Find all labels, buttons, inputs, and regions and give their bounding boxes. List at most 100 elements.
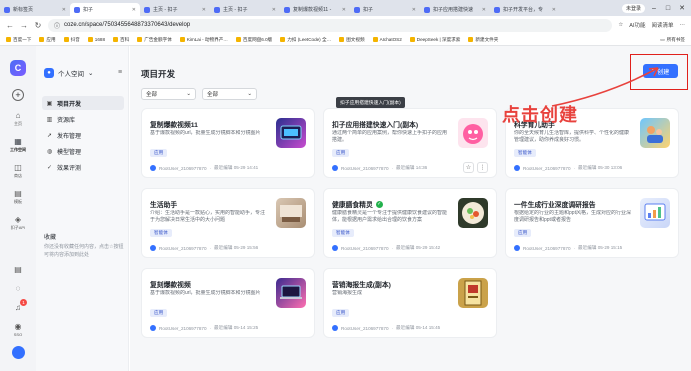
login-status[interactable]: 未登录	[621, 3, 645, 13]
coze-logo[interactable]: C	[10, 60, 26, 76]
rail-item-template[interactable]: ▤ 模板	[13, 188, 23, 205]
card-footer: RootUser_2106977870 · 最近编辑 05-30 13:06	[514, 165, 622, 171]
browser-tab[interactable]: 扣子 ✕	[350, 3, 420, 16]
rail-item-workspace[interactable]: ▦ 工作空间	[10, 136, 26, 153]
docs-button[interactable]: ▤	[13, 264, 23, 274]
close-window-icon[interactable]: ✕	[677, 4, 687, 12]
project-card[interactable]: 营销海报生成(副本) 营销海报生成 应用 RootUser_2106977870…	[323, 268, 497, 338]
all-bookmarks[interactable]: ▭ 所有书签	[660, 37, 685, 43]
space-nav-item-models[interactable]: ◍ 模型管理	[42, 144, 124, 158]
bookmark-item[interactable]: DeepSeek | 深度求索	[409, 37, 460, 43]
owner-avatar	[332, 165, 338, 171]
space-nav-item-evaluation[interactable]: ✓ 效果评测	[42, 160, 124, 174]
bookmark-item[interactable]: 百科	[113, 37, 129, 43]
space-nav-item-publish[interactable]: ➚ 发布管理	[42, 128, 124, 142]
user-avatar[interactable]	[11, 346, 25, 359]
space-nav-item-library[interactable]: ▥ 资源库	[42, 112, 124, 126]
bookmark-item[interactable]: 1688	[87, 37, 105, 42]
rail-item-home[interactable]: ⌂ 主页	[13, 110, 23, 127]
site-info-icon[interactable]: ⓘ	[54, 21, 60, 30]
browser-tab[interactable]: 主页 - 扣子 ✕	[140, 3, 210, 16]
tab-favicon	[494, 6, 500, 13]
tab-favicon	[354, 6, 360, 13]
app-rail: C + ⌂ 主页 ▦ 工作空间 ◫ 商店 ▤ 模板 ◈ 扣子API ▤ ◌ ♫ 1 ◉ SSO	[0, 46, 36, 371]
bookmarks-bar: 百度一下 应用 抖音 1688 百科 广告金额字体 KimLai - 动物界产……	[0, 34, 691, 46]
owner-avatar	[514, 245, 520, 251]
feedback-button[interactable]: ◌	[13, 283, 23, 293]
status-filter-select[interactable]: 全部 ⌄	[202, 88, 257, 100]
close-tab-icon[interactable]: ✕	[272, 7, 276, 13]
project-card[interactable]: 扣子应用搭建快速入门(副本) 通过两个简单的应用案例，帮你快速上手扣子的应用搭建…	[323, 108, 497, 178]
close-tab-icon[interactable]: ✕	[552, 7, 556, 13]
bookmark-item[interactable]: KimLai - 动物界产…	[179, 37, 228, 43]
close-tab-icon[interactable]: ✕	[412, 7, 416, 13]
bookmark-item[interactable]: AIchatOS2	[372, 37, 402, 42]
url-input[interactable]: ⓘ coze.cn/space/7503455648873370643/deve…	[48, 18, 613, 32]
card-description: 根据给定的行业的主题和ppt风格，生成对应的行业深度调研报告和ppt或者报告	[514, 210, 631, 223]
reload-icon[interactable]: ↻	[34, 21, 42, 30]
bookmark-item[interactable]: 百度网盘6.0版	[235, 37, 272, 43]
card-description: 基于爆款视频的url，批量生成分镜脚本和分镜图片	[150, 130, 261, 136]
room-illustration-icon	[280, 205, 302, 222]
browser-tab[interactable]: 扣子开发平台，专 ✕	[490, 3, 560, 16]
bookmark-item[interactable]: 百度一下	[6, 37, 31, 43]
back-icon[interactable]: ←	[6, 21, 14, 30]
sso-button[interactable]: ◉ SSO	[13, 321, 23, 338]
bookmark-item[interactable]: 应用	[39, 37, 56, 43]
type-filter-select[interactable]: 全部 ⌄	[141, 88, 196, 100]
bookmark-item[interactable]: 力扣 (LeetCode) 全…	[280, 37, 331, 43]
chevron-down-icon: ⌄	[247, 91, 252, 97]
close-tab-icon[interactable]: ✕	[132, 7, 136, 13]
maximize-icon[interactable]: □	[663, 5, 673, 12]
report-illustration-icon	[644, 203, 666, 221]
project-card[interactable]: 健康膳食精灵 ✓ 健康膳食精灵是一个专注于提供健康饮食建议的智能体，能根据用户需求…	[323, 188, 497, 258]
card-title: 复制爆款视频11	[150, 122, 198, 129]
star-icon[interactable]: ☆	[463, 162, 474, 173]
close-tab-icon[interactable]: ✕	[62, 7, 66, 13]
browser-tab[interactable]: 复制爆款视频11 - ✕	[280, 3, 350, 16]
forward-icon[interactable]: →	[20, 21, 28, 30]
ai-feature-button[interactable]: AI功能	[629, 21, 645, 29]
bookmark-icon	[87, 37, 93, 42]
minimize-icon[interactable]: –	[649, 5, 659, 12]
folder-icon	[468, 37, 474, 42]
bookmark-item[interactable]: 新建文件夹	[468, 37, 498, 43]
project-card[interactable]: 生活助手 介绍：生活助手是一款贴心，实用的智能助手，专注于为您解决日常生活中的大…	[141, 188, 315, 258]
more-icon[interactable]: ⋮	[477, 162, 488, 173]
browser-tab[interactable]: 新标签页 ✕	[0, 3, 70, 16]
bookmark-item[interactable]: 广告金额字体	[137, 37, 172, 43]
browser-tab-active[interactable]: 扣子 ✕	[70, 3, 140, 16]
card-actions: ☆ ⋮	[463, 162, 488, 173]
project-card[interactable]: 复制爆款视频11 基于爆款视频的url，批量生成分镜脚本和分镜图片 应用 Roo…	[141, 108, 315, 178]
rail-item-api[interactable]: ◈ 扣子API	[11, 214, 25, 231]
card-thumbnail	[458, 278, 488, 308]
browser-tab[interactable]: 主页 - 扣子 ✕	[210, 3, 280, 16]
space-nav-item-projects[interactable]: ▣ 项目开发	[42, 96, 124, 110]
tab-favicon	[424, 6, 430, 13]
owner-avatar	[514, 165, 520, 171]
card-thumbnail	[276, 118, 306, 148]
api-icon: ◈	[14, 214, 22, 224]
collapse-sidebar-icon[interactable]: ≡	[118, 69, 122, 76]
reading-list-button[interactable]: 阅读清单	[651, 21, 673, 29]
plus-icon[interactable]: +	[12, 89, 24, 101]
bookmark-icon	[63, 37, 69, 42]
project-card[interactable]: 一件生成行业深度调研报告 根据给定的行业的主题和ppt风格，生成对应的行业深度调…	[505, 188, 679, 258]
card-thumbnail	[276, 198, 306, 228]
space-switcher[interactable]: ● 个人空间 ⌄	[44, 68, 93, 78]
chevron-down-icon: ⌄	[88, 70, 94, 77]
close-tab-icon[interactable]: ✕	[202, 7, 206, 13]
star-icon[interactable]: ☆	[618, 22, 623, 28]
rail-item-store[interactable]: ◫ 商店	[13, 162, 23, 179]
favorites-empty-text: 你还没有收藏任何内容，点击☆按钮可将内容添加到此处	[44, 244, 124, 258]
bookmark-item[interactable]: 抖音	[63, 37, 80, 43]
browser-tab[interactable]: 扣子应用搭建快速 ✕	[420, 3, 490, 16]
publish-icon: ➚	[46, 132, 53, 139]
close-tab-icon[interactable]: ✕	[482, 7, 486, 13]
more-icon[interactable]: ⋯	[680, 22, 686, 28]
close-tab-icon[interactable]: ✕	[342, 7, 346, 13]
notification-button[interactable]: ♫ 1	[13, 299, 27, 312]
project-card[interactable]: 复刻爆款视频 基于爆款视频的url，批量生成分镜脚本和分镜图片 应用 RootU…	[141, 268, 315, 338]
bookmark-icon	[235, 37, 241, 42]
bookmark-item[interactable]: 图文视频	[339, 37, 365, 43]
